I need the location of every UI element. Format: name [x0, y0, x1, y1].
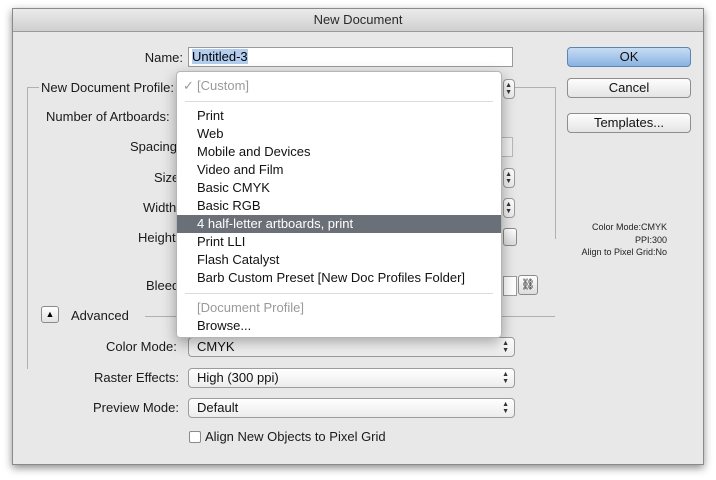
color-mode-popup[interactable]: CMYK ▲ ▼: [188, 337, 515, 357]
info-color-mode: Color Mode:CMYK: [591, 222, 667, 232]
cancel-button[interactable]: Cancel: [567, 78, 691, 98]
width-label: Width:: [143, 200, 180, 215]
menu-item-mobile[interactable]: Mobile and Devices: [177, 143, 501, 161]
raster-effects-popup[interactable]: High (300 ppi) ▲ ▼: [188, 368, 515, 388]
units-popup-edge[interactable]: ▲ ▼: [503, 198, 515, 218]
updown-arrows-icon: ▲ ▼: [502, 340, 509, 354]
menu-item-label: Basic CMYK: [197, 180, 270, 195]
menu-item-print[interactable]: Print: [177, 107, 501, 125]
artboards-label: Number of Artboards:: [46, 109, 170, 124]
profile-group-top-right: [515, 87, 555, 88]
menu-separator: [185, 293, 493, 294]
size-popup-edge[interactable]: ▲ ▼: [503, 168, 515, 188]
menu-item-print-lli[interactable]: Print LLI: [177, 233, 501, 251]
updown-arrows-icon: ▲ ▼: [505, 201, 512, 215]
menu-item-half-letter[interactable]: 4 half-letter artboards, print: [177, 215, 501, 233]
spacing-label: Spacing:: [130, 139, 181, 154]
profile-group-top-left: [27, 87, 39, 88]
menu-item-label: Mobile and Devices: [197, 144, 311, 159]
name-label: Name:: [144, 50, 183, 65]
updown-arrows-icon: ▲ ▼: [505, 171, 512, 185]
profile-group-left: [27, 87, 28, 369]
templates-button[interactable]: Templates...: [567, 113, 691, 133]
name-input[interactable]: Untitled-3: [188, 47, 513, 67]
raster-effects-value: High (300 ppi): [197, 370, 279, 385]
window-title: New Document: [13, 9, 703, 32]
checkmark-icon: ✓: [183, 78, 194, 93]
color-mode-label: Color Mode:: [106, 339, 177, 354]
menu-item-label: Print: [197, 108, 224, 123]
menu-item-label: 4 half-letter artboards, print: [197, 216, 354, 231]
advanced-label: Advanced: [71, 308, 129, 323]
menu-separator: [185, 101, 493, 102]
ok-button[interactable]: OK: [567, 47, 691, 67]
menu-item-document-profile: [Document Profile]: [177, 299, 501, 317]
menu-item-custom[interactable]: ✓ [Custom]: [177, 77, 501, 95]
menu-item-label: Web: [197, 126, 224, 141]
link-icon[interactable]: ⛓: [518, 275, 538, 295]
orientation-icon[interactable]: [503, 228, 517, 246]
menu-item-flash-catalyst[interactable]: Flash Catalyst: [177, 251, 501, 269]
preview-mode-value: Default: [197, 400, 239, 415]
menu-item-barb-custom[interactable]: Barb Custom Preset [New Doc Profiles Fol…: [177, 269, 501, 287]
menu-item-label: Barb Custom Preset [New Doc Profiles Fol…: [197, 270, 466, 285]
preview-mode-popup[interactable]: Default ▲ ▼: [188, 398, 515, 418]
updown-arrows-icon: ▲ ▼: [502, 371, 509, 385]
bleed-right-input[interactable]: [503, 276, 517, 296]
menu-item-video[interactable]: Video and Film: [177, 161, 501, 179]
menu-item-label: [Custom]: [197, 78, 250, 93]
profile-group-right: [555, 87, 556, 239]
info-ppi: PPI:300: [634, 235, 667, 245]
height-label: Height:: [138, 230, 180, 245]
updown-arrows-icon: ▲ ▼: [505, 82, 512, 96]
name-value: Untitled-3: [192, 49, 248, 64]
profile-popup-edge[interactable]: ▲ ▼: [503, 79, 515, 99]
menu-item-label: Basic RGB: [197, 198, 261, 213]
menu-item-web[interactable]: Web: [177, 125, 501, 143]
advanced-toggle-button[interactable]: ▲: [41, 306, 59, 323]
align-pixel-checkbox[interactable]: [189, 431, 201, 443]
updown-arrows-icon: ▲ ▼: [502, 401, 509, 415]
menu-item-label: Browse...: [197, 318, 252, 333]
color-mode-value: CMYK: [197, 339, 235, 354]
menu-item-basic-rgb[interactable]: Basic RGB: [177, 197, 501, 215]
menu-item-browse[interactable]: Browse...: [177, 317, 501, 335]
profile-label: New Document Profile:: [41, 80, 174, 95]
info-align: Align to Pixel Grid:No: [581, 247, 667, 257]
raster-effects-label: Raster Effects:: [94, 370, 180, 385]
menu-item-label: Print LLI: [197, 234, 246, 249]
menu-item-basic-cmyk[interactable]: Basic CMYK: [177, 179, 501, 197]
menu-item-label: Flash Catalyst: [197, 252, 280, 267]
preview-mode-label: Preview Mode:: [93, 400, 179, 415]
profile-dropdown-menu: ✓ [Custom] Print Web Mobile and Devices …: [176, 71, 502, 338]
menu-item-label: [Document Profile]: [197, 300, 304, 315]
menu-item-label: Video and Film: [197, 162, 284, 177]
align-pixel-label[interactable]: Align New Objects to Pixel Grid: [205, 429, 386, 444]
